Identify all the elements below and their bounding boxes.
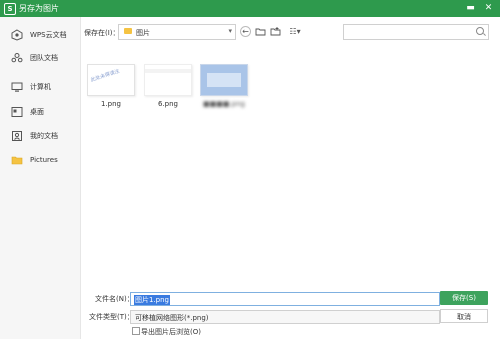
cancel-button[interactable]: 取消: [440, 309, 488, 323]
file-name: 6.png: [157, 100, 178, 108]
new-folder-icon[interactable]: [270, 26, 281, 37]
folder-icon: [11, 154, 23, 166]
team-doc-icon: [11, 52, 23, 64]
minimize-button[interactable]: ▬: [464, 2, 477, 15]
sidebar: WPS云文档 团队文档 计算机 桌面 我的文档 Pictures: [0, 17, 81, 339]
computer-icon: [11, 81, 23, 93]
search-icon: [476, 27, 484, 35]
window-title: 另存为图片: [19, 4, 59, 13]
thumbnail-content: [145, 69, 191, 73]
filetype-label: 文件类型(T)：: [89, 313, 134, 321]
sidebar-item-label: 我的文档: [30, 132, 58, 140]
my-documents-icon: [11, 130, 23, 142]
sidebar-item-label: 计算机: [30, 83, 51, 91]
file-thumbnail: [144, 64, 192, 96]
sidebar-item-wps-cloud[interactable]: WPS云文档: [0, 25, 80, 45]
location-dropdown[interactable]: 图片 ▾: [118, 24, 236, 40]
file-item[interactable]: 此处未得请注 1.png: [83, 64, 139, 108]
sidebar-item-label: 桌面: [30, 108, 44, 116]
file-thumbnail: [200, 64, 248, 96]
filename-input[interactable]: 图片1.png: [130, 292, 440, 306]
cloud-doc-icon: [11, 29, 23, 41]
save-button[interactable]: 保存(S): [440, 291, 488, 305]
file-item[interactable]: 6.png: [140, 64, 196, 108]
view-menu-icon[interactable]: ☷▾: [287, 26, 303, 37]
thumbnail-content: [207, 73, 241, 87]
file-name: 1.png: [100, 100, 121, 108]
sidebar-item-label: WPS云文档: [30, 31, 67, 39]
export-browse-checkbox[interactable]: [132, 327, 140, 335]
export-browse-label: 导出图片后浏览(O): [141, 328, 201, 336]
thumbnail-watermark: 此处未得请注: [89, 68, 121, 84]
wps-app-icon: S: [4, 3, 16, 15]
file-thumbnail: 此处未得请注: [87, 64, 135, 96]
file-item[interactable]: ■■■■.png: [196, 64, 252, 108]
close-button[interactable]: ✕: [482, 2, 495, 15]
sidebar-item-pictures[interactable]: Pictures: [0, 150, 80, 170]
desktop-icon: [11, 106, 23, 118]
sidebar-item-my-documents[interactable]: 我的文档: [0, 126, 80, 146]
save-in-label: 保存在(I)：: [84, 29, 120, 37]
filetype-value: 可移植网络图形(*.png): [135, 314, 209, 322]
back-icon[interactable]: ←: [240, 26, 251, 37]
location-value: 图片: [136, 29, 150, 37]
folder-icon: [124, 28, 132, 34]
up-folder-icon[interactable]: [255, 26, 266, 37]
sidebar-item-desktop[interactable]: 桌面: [0, 102, 80, 122]
file-name: ■■■■.png: [202, 100, 245, 108]
sidebar-item-computer[interactable]: 计算机: [0, 77, 80, 97]
filetype-dropdown[interactable]: 可移植网络图形(*.png): [130, 310, 440, 324]
title-bar: S 另存为图片 ▬ ✕: [0, 0, 500, 17]
sidebar-item-team-docs[interactable]: 团队文档: [0, 48, 80, 68]
filename-value: 图片1.png: [134, 295, 171, 305]
sidebar-item-label: Pictures: [30, 156, 58, 164]
sidebar-item-label: 团队文档: [30, 54, 58, 62]
search-input[interactable]: [343, 24, 489, 40]
chevron-down-icon: ▾: [228, 27, 232, 35]
filename-label: 文件名(N)：: [95, 295, 134, 303]
